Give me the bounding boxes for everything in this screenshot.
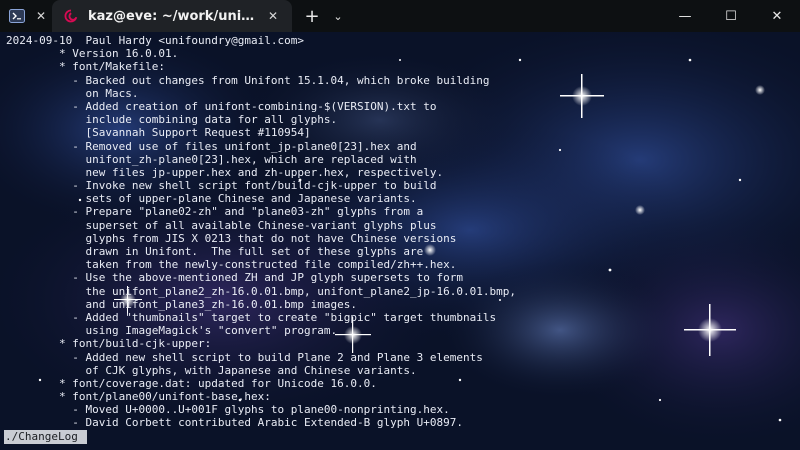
chevron-down-icon[interactable]: ⌄ (326, 4, 350, 28)
terminal-line: taken from the newly-constructed file co… (6, 258, 457, 272)
terminal-line: - Moved U+0000..U+001F glyphs to plane00… (6, 403, 450, 417)
terminal-line: unifont_zh-plane0[23].hex, which are rep… (6, 152, 417, 166)
terminal-line: and unifont_plane3_zh-16.0.01.bmp images… (6, 297, 357, 311)
terminal-line: - Backed out changes from Unifont 15.1.0… (6, 73, 490, 87)
debian-icon (62, 7, 80, 25)
tab-powershell[interactable]: ✕ (0, 0, 52, 32)
text-cursor (78, 430, 87, 444)
terminal-line: * font/plane00/unifont-base.hex: (6, 390, 271, 404)
pager-status-line: ./ChangeLog (4, 430, 87, 444)
terminal-line: - Added creation of unifont-combining-$(… (6, 99, 437, 113)
terminal-line: new files jp-upper.hex and zh-upper.hex,… (6, 165, 444, 179)
tab-title: kaz@eve: ~/work/unifont-16.0.01 (88, 8, 256, 24)
maximize-button[interactable]: ☐ (708, 0, 754, 32)
terminal-line: - Added "thumbnails" target to create "b… (6, 310, 497, 324)
tab-debian[interactable]: kaz@eve: ~/work/unifont-16.0.01 ✕ (52, 0, 292, 32)
terminal-line: glyphs from JIS X 0213 that do not have … (6, 231, 457, 245)
terminal-line: the unifont_plane2_zh-16.0.01.bmp, unifo… (6, 284, 516, 298)
terminal-line: * font/coverage.dat: updated for Unicode… (6, 376, 377, 390)
close-icon[interactable]: ✕ (264, 7, 282, 25)
terminal-line: - Invoke new shell script font/build-cjk… (6, 179, 437, 193)
terminal-line: 2024-09-10 Paul Hardy <unifoundry@gmail.… (6, 34, 305, 47)
terminal-line: * font/Makefile: (6, 60, 165, 74)
terminal-line: - Use the above-mentioned ZH and JP glyp… (6, 271, 463, 285)
terminal-output[interactable]: 2024-09-10 Paul Hardy <unifoundry@gmail.… (0, 32, 800, 450)
terminal-line: using ImageMagick's "convert" program. (6, 324, 338, 338)
terminal-line: * Version 16.0.01. (6, 47, 179, 61)
new-tab-button[interactable]: + (298, 4, 326, 28)
terminal-line: sets of upper-plane Chinese and Japanese… (6, 192, 417, 206)
terminal-line: of CJK glyphs, with Japanese and Chinese… (6, 363, 417, 377)
terminal-line: - David Corbett contributed Arabic Exten… (6, 416, 463, 430)
minimize-button[interactable]: — (662, 0, 708, 32)
title-bar: ✕ kaz@eve: ~/work/unifont-16.0.01 ✕ + ⌄ … (0, 0, 800, 32)
powershell-icon (8, 7, 26, 25)
terminal-line: * font/build-cjk-upper: (6, 337, 212, 351)
pager-prompt: ./ChangeLog (4, 430, 79, 444)
close-icon[interactable]: ✕ (32, 7, 50, 25)
terminal-line: - Prepare "plane02-zh" and "plane03-zh" … (6, 205, 424, 219)
terminal-window: ✕ kaz@eve: ~/work/unifont-16.0.01 ✕ + ⌄ … (0, 0, 800, 450)
terminal-line: [Savannah Support Request #110954] (6, 126, 311, 140)
terminal-line: drawn in Unifont. The full set of these … (6, 245, 424, 258)
terminal-line: on Macs. (6, 86, 139, 100)
terminal-line: - Added new shell script to build Plane … (6, 350, 483, 364)
terminal-line: - Removed use of files unifont_jp-plane0… (6, 139, 417, 153)
window-close-button[interactable]: ✕ (754, 0, 800, 32)
terminal-line: include combining data for all glyphs. (6, 113, 338, 127)
terminal-line: superset of all available Chinese-varian… (6, 218, 437, 232)
